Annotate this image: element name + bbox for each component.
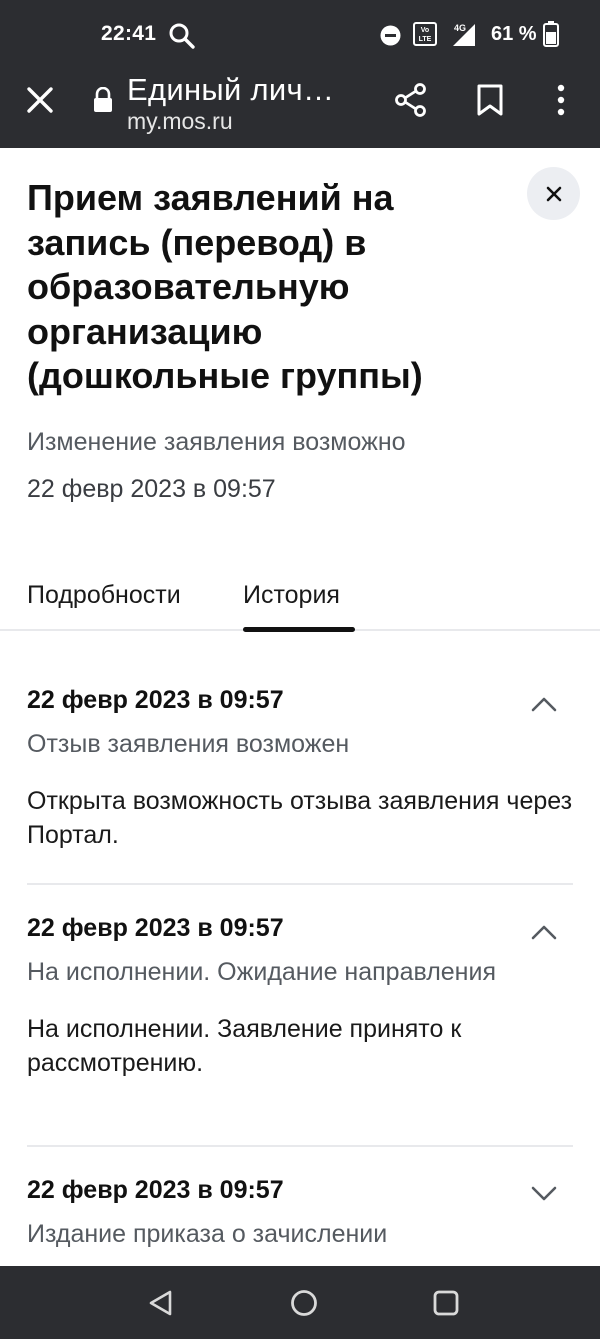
- history-item[interactable]: 22 февр 2023 в 09:57 Отзыв заявления воз…: [27, 686, 573, 852]
- modal-close-button[interactable]: [527, 167, 580, 220]
- system-navigation-bar: [0, 1266, 600, 1339]
- status-bar: 22:41 Vo LTE 4G 61 %: [0, 0, 600, 70]
- history-item-status: Издание приказа о зачислении: [27, 1220, 388, 1248]
- share-icon[interactable]: [393, 82, 429, 118]
- svg-text:LTE: LTE: [419, 36, 432, 43]
- chevron-up-icon[interactable]: [529, 918, 559, 948]
- history-item-status: Отзыв заявления возможен: [27, 730, 350, 758]
- chevron-up-icon[interactable]: [529, 690, 559, 720]
- battery-percent: 61 %: [491, 23, 537, 45]
- history-item-status: На исполнении. Ожидание направления: [27, 958, 496, 986]
- active-tab-indicator: [243, 627, 355, 632]
- home-icon[interactable]: [289, 1288, 319, 1318]
- browser-toolbar: Единый лич… my.mos.ru: [0, 70, 600, 148]
- bookmark-icon[interactable]: [476, 83, 504, 117]
- tab-history[interactable]: История: [243, 581, 340, 610]
- history-item-description: Открыта возможность отзыва заявления чер…: [27, 787, 573, 849]
- status-time: 22:41: [101, 22, 157, 45]
- close-icon[interactable]: [24, 84, 56, 116]
- do-not-disturb-icon: [380, 25, 401, 46]
- more-vert-icon[interactable]: [549, 83, 573, 117]
- lock-icon: [94, 87, 112, 112]
- battery-icon: [543, 21, 559, 47]
- chevron-down-icon[interactable]: [529, 1178, 559, 1208]
- history-item-date: 22 февр 2023 в 09:57: [27, 1176, 284, 1204]
- history-item-date: 22 февр 2023 в 09:57: [27, 686, 284, 714]
- top-bar: 22:41 Vo LTE 4G 61 % Единый лич… my.mos.…: [0, 0, 600, 148]
- network-label: 4G: [454, 23, 466, 33]
- back-icon[interactable]: [146, 1288, 176, 1318]
- application-state-date: 22 февр 2023 в 09:57: [27, 475, 276, 503]
- history-item-description: На исполнении. Заявление принято к рассм…: [27, 1015, 462, 1077]
- close-icon: [546, 186, 561, 201]
- divider: [27, 1145, 573, 1147]
- page-title: Прием заявлений на запись (перевод) в об…: [27, 177, 423, 396]
- tab-details[interactable]: Подробности: [27, 581, 181, 610]
- search-icon: [169, 23, 195, 49]
- divider: [27, 883, 573, 885]
- history-item-date: 22 февр 2023 в 09:57: [27, 914, 284, 942]
- browser-url[interactable]: my.mos.ru: [127, 108, 233, 135]
- recents-icon[interactable]: [432, 1289, 460, 1317]
- history-item[interactable]: 22 февр 2023 в 09:57 На исполнении. Ожид…: [27, 914, 573, 1080]
- signal-icon: 4G: [453, 23, 475, 46]
- volte-icon: Vo LTE: [413, 22, 437, 46]
- application-state: Изменение заявления возможно: [27, 428, 406, 456]
- tab-bar: Подробности История: [0, 575, 600, 632]
- history-item[interactable]: 22 февр 2023 в 09:57 Издание приказа о з…: [27, 1176, 573, 1251]
- svg-text:Vo: Vo: [421, 27, 429, 34]
- browser-page-title[interactable]: Единый лич…: [127, 72, 334, 108]
